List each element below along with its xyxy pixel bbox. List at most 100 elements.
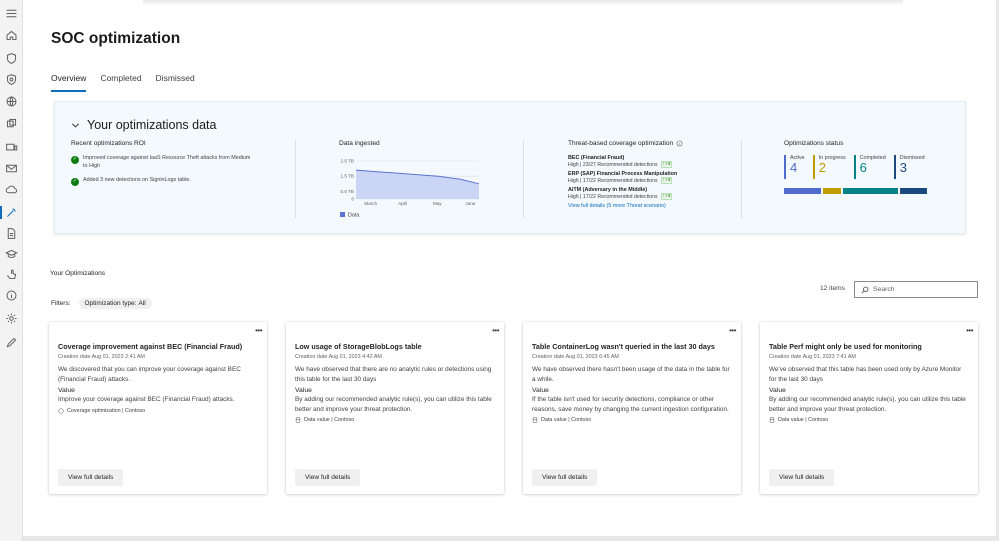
- filters-bar: Filters: Optimization type: All: [51, 298, 152, 309]
- top-shadow: [143, 0, 903, 6]
- roi-item-text: Added 3 new detections on SigninLogs tab…: [83, 176, 191, 183]
- wand-icon[interactable]: [0, 206, 18, 219]
- threat-item: BEC (Financial Fraud) High | 23/27 Recom…: [568, 155, 683, 168]
- card-value: By adding our recommended analytic rule(…: [769, 396, 966, 413]
- shield-icon[interactable]: [5, 52, 18, 65]
- filter-value: All: [138, 300, 146, 307]
- card-tag: Data value | Contoso: [295, 417, 495, 423]
- divider: [295, 140, 296, 218]
- search-box[interactable]: [854, 281, 978, 298]
- legend-label: Data: [348, 213, 359, 219]
- settings-icon[interactable]: [5, 312, 18, 325]
- delta-value: +3: [665, 178, 671, 183]
- status-title: Optimizations status: [784, 140, 844, 147]
- card-tag-text: Coverage optimization | Contoso: [67, 407, 146, 414]
- status-value: 3: [899, 160, 907, 175]
- roi-item: ✓ Improved coverage against IaaS Resourc…: [71, 155, 256, 171]
- card-description: We have observed that there are no analy…: [295, 366, 492, 383]
- status-bar-segment: [842, 188, 898, 194]
- view-full-details-button[interactable]: View full details: [532, 469, 598, 486]
- search-input[interactable]: [873, 286, 973, 293]
- threat-coverage-title: Threat-based coverage optimization: [568, 140, 674, 147]
- cloud-icon[interactable]: [5, 183, 18, 196]
- roi-title: Recent optimizations ROI: [71, 140, 146, 147]
- info-icon[interactable]: [676, 140, 683, 147]
- view-threat-details-link[interactable]: View full details (5 more Threat scenari…: [568, 203, 683, 209]
- tab-dismissed[interactable]: Dismissed: [156, 73, 195, 92]
- status-value: 4: [790, 160, 798, 175]
- more-options-icon[interactable]: •••: [729, 326, 736, 335]
- shield-gear-icon[interactable]: [5, 73, 18, 86]
- menu-icon[interactable]: [5, 7, 18, 20]
- mail-icon[interactable]: [5, 162, 18, 175]
- devices-icon[interactable]: [5, 141, 18, 154]
- info-icon[interactable]: [5, 289, 18, 302]
- status-in-progress[interactable]: In progress 2: [812, 155, 846, 179]
- layers-icon[interactable]: [5, 117, 18, 130]
- panel-header[interactable]: Your optimizations data: [71, 118, 216, 132]
- optimization-card[interactable]: ••• Low usage of StorageBlobLogs table C…: [286, 322, 504, 494]
- database-icon: [532, 417, 538, 423]
- roi-item: ✓ Added 3 new detections on SigninLogs t…: [71, 177, 256, 186]
- threat-meta-text: High | 17/22 Recommended detections: [568, 177, 658, 184]
- tab-completed[interactable]: Completed: [100, 73, 141, 92]
- filters-label: Filters:: [51, 300, 71, 307]
- threat-coverage-header: Threat-based coverage optimization: [568, 140, 683, 147]
- more-options-icon[interactable]: •••: [492, 326, 499, 335]
- y-tick-label: 2.5 TB: [341, 159, 354, 164]
- optimization-card[interactable]: ••• Coverage improvement against BEC (Fi…: [49, 322, 267, 494]
- card-date: Creation date Aug 01, 2023 7:41 AM: [769, 354, 856, 360]
- status-active[interactable]: Active 4: [784, 155, 805, 179]
- optimization-card[interactable]: ••• Table ContainerLog wasn't queried in…: [523, 322, 741, 494]
- view-full-details-button[interactable]: View full details: [58, 469, 124, 486]
- card-tag-text: Data value | Contoso: [541, 417, 592, 424]
- data-ingested-title: Data ingested: [339, 140, 380, 147]
- panel-title: Your optimizations data: [87, 118, 217, 132]
- status-dismissed[interactable]: Dismissed 3: [893, 155, 925, 179]
- status-bar-segment: [899, 188, 927, 194]
- card-tag: Data value | Contoso: [769, 417, 969, 423]
- home-icon[interactable]: [5, 29, 18, 42]
- document-icon[interactable]: [5, 227, 18, 240]
- status-distribution-bar: [784, 188, 927, 194]
- globe-icon[interactable]: [5, 95, 18, 108]
- more-options-icon[interactable]: •••: [966, 326, 973, 335]
- search-icon: [861, 286, 869, 294]
- status-bar-segment: [822, 188, 841, 194]
- divider: [741, 140, 742, 218]
- status-value: 2: [818, 160, 826, 175]
- status-value: 6: [859, 160, 867, 175]
- edit-icon[interactable]: [5, 336, 18, 349]
- data-ingested-chart: 2.5 TB 1.5 TB 0.5 TB 0 March April May June Data: [340, 159, 480, 219]
- view-full-details-button[interactable]: View full details: [295, 469, 361, 486]
- chevron-down-icon[interactable]: [71, 121, 80, 130]
- card-description: We discovered that you can improve your …: [58, 366, 241, 383]
- delta-badge: ↑+3: [660, 193, 673, 200]
- checkmark-icon: ✓: [71, 177, 79, 186]
- optimization-type-filter[interactable]: Optimization type: All: [78, 298, 152, 309]
- data-ingested-section: Data ingested 2.5 TB 1.5 TB 0.5 TB 0 March Ap…: [339, 140, 489, 230]
- coverage-icon: [58, 408, 64, 414]
- y-tick-label: 0.5 TB: [341, 189, 354, 194]
- card-tag-text: Data value | Contoso: [778, 417, 829, 424]
- more-options-icon[interactable]: •••: [255, 326, 262, 335]
- delta-badge: ↑+3: [660, 177, 673, 184]
- card-tag-text: Data value | Contoso: [304, 417, 355, 424]
- learn-icon[interactable]: [5, 248, 18, 261]
- status-completed[interactable]: Completed 6: [853, 155, 886, 179]
- tab-overview[interactable]: Overview: [51, 73, 87, 92]
- card-title: Table ContainerLog wasn't queried in the…: [532, 342, 715, 351]
- items-count: 12 items: [820, 285, 845, 292]
- card-title: Table Perf might only be used for monito…: [769, 342, 922, 351]
- optimizations-status-section: Optimizations status Active 4 In progress…: [784, 140, 927, 194]
- card-tag: Coverage optimization | Contoso: [58, 408, 258, 414]
- delta-value: +3: [665, 194, 671, 199]
- your-optimizations-title: Your Optimizations: [50, 270, 106, 277]
- delta-badge: ↑+3: [660, 161, 673, 168]
- hand-icon[interactable]: [5, 268, 18, 281]
- threat-meta-text: High | 17/22 Recommended detections: [568, 193, 658, 200]
- optimization-card[interactable]: ••• Table Perf might only be used for mo…: [760, 322, 978, 494]
- view-full-details-button[interactable]: View full details: [769, 469, 835, 486]
- card-description: We've observed that this table has been …: [769, 366, 962, 383]
- card-value-label: Value: [58, 387, 75, 395]
